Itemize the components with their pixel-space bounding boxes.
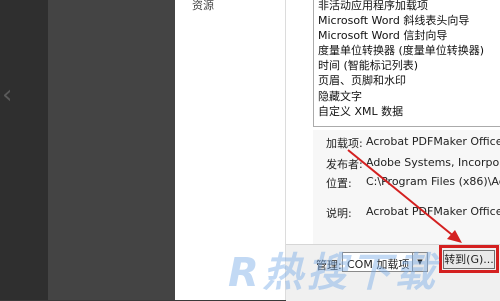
annotation-arrow-icon bbox=[347, 149, 462, 243]
